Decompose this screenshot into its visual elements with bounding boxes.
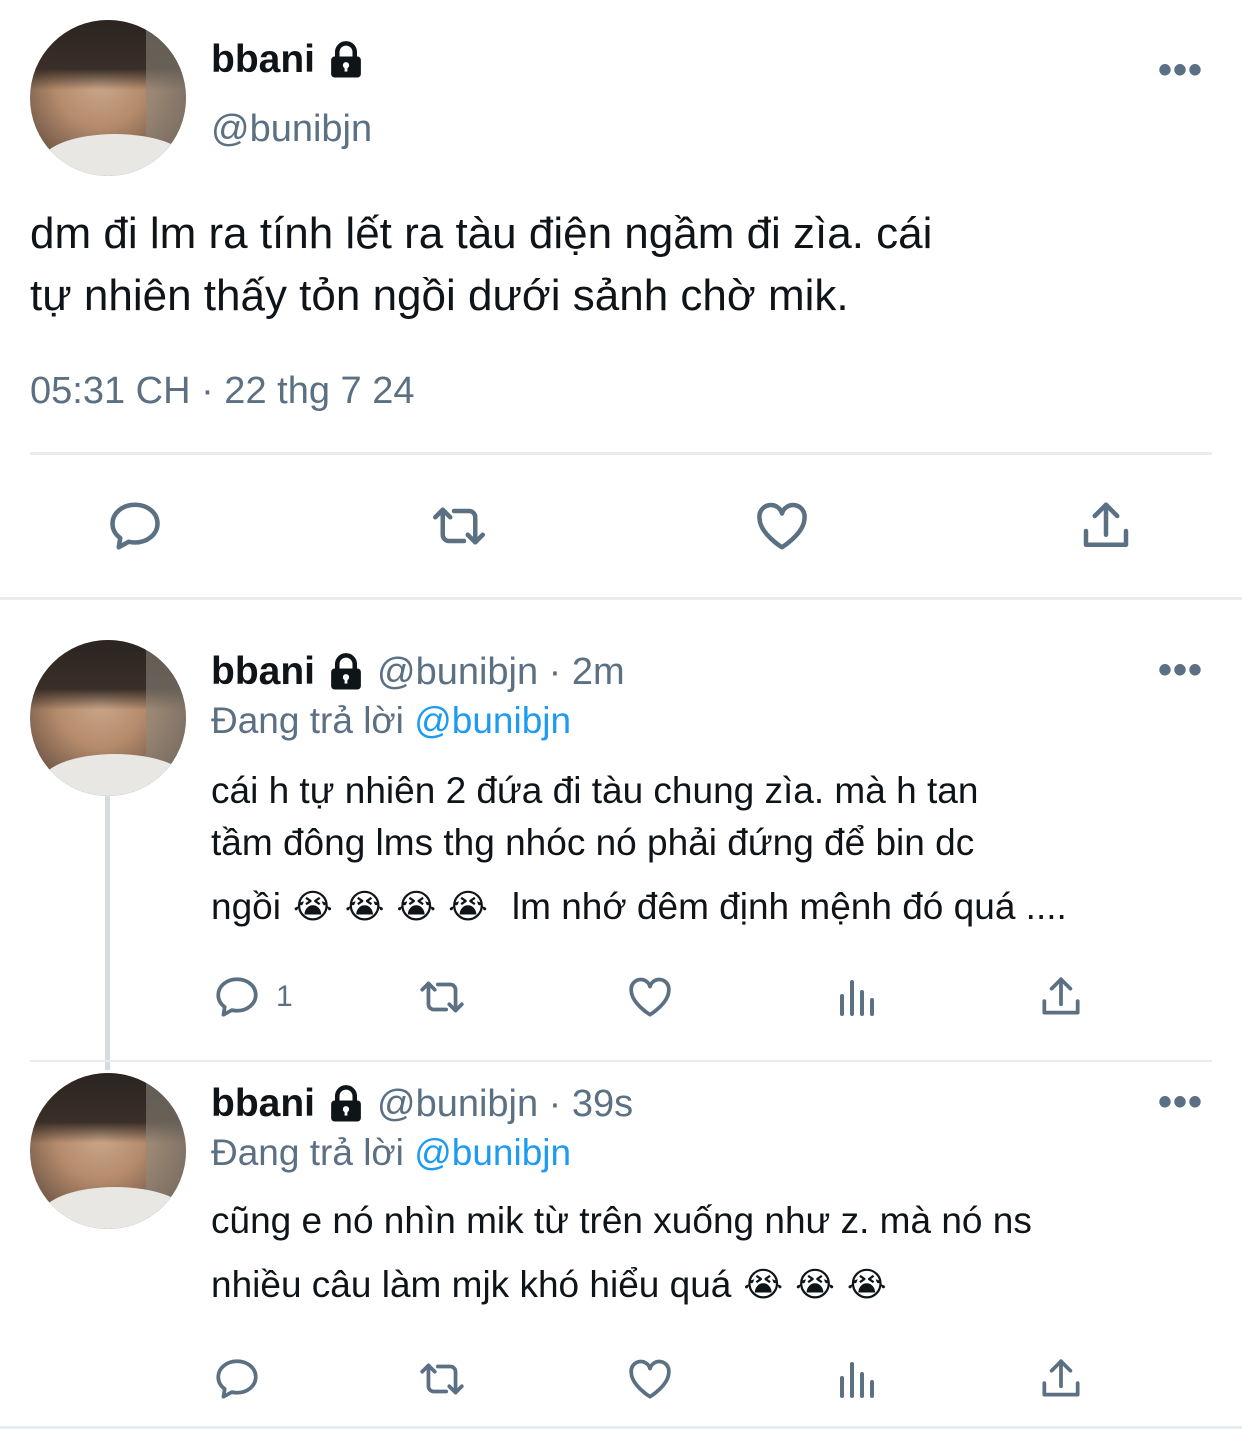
display-name[interactable]: bbani bbox=[211, 38, 315, 82]
tweet-text-line: tự nhiên thấy tỏn ngồi dưới sảnh chờ mik… bbox=[30, 271, 849, 320]
reply-text-segment: ngồi bbox=[211, 886, 281, 927]
reply-action[interactable]: 1 bbox=[212, 972, 293, 1022]
handle-time[interactable]: @bunibjn · 39s bbox=[377, 1083, 633, 1126]
reply-text-line: cũng e nó nhìn mik từ trên xuống như z. … bbox=[211, 1200, 1032, 1241]
timestamp[interactable]: 05:31 CH · 22 thg 7 24 bbox=[30, 370, 414, 413]
analytics-icon[interactable] bbox=[832, 1356, 880, 1404]
analytics-icon[interactable] bbox=[832, 974, 880, 1022]
reply-icon[interactable] bbox=[105, 496, 165, 556]
more-icon[interactable]: ••• bbox=[1158, 648, 1203, 693]
author-row: bbani @bunibjn · 2m bbox=[211, 650, 625, 694]
mention-link[interactable]: @bunibjn bbox=[414, 1132, 571, 1173]
display-name[interactable]: bbani bbox=[211, 1082, 315, 1126]
lock-icon bbox=[325, 1083, 367, 1125]
section-divider bbox=[0, 597, 1242, 600]
retweet-icon[interactable] bbox=[415, 1354, 469, 1404]
crying-emoji: 😭 bbox=[396, 888, 437, 926]
reply-count: 1 bbox=[276, 980, 293, 1013]
share-icon[interactable] bbox=[1036, 1354, 1086, 1404]
lock-icon bbox=[325, 651, 367, 693]
like-icon[interactable] bbox=[625, 1354, 675, 1404]
crying-emoji: 😭 bbox=[795, 1266, 835, 1304]
more-icon[interactable]: ••• bbox=[1158, 1080, 1203, 1125]
divider bbox=[30, 1060, 1212, 1062]
reply-icon[interactable] bbox=[212, 1354, 262, 1404]
reply-text: cũng e nó nhìn mik từ trên xuống như z. … bbox=[211, 1193, 1221, 1315]
reply-text-line: cái h tự nhiên 2 đứa đi tàu chung zìa. m… bbox=[211, 770, 979, 811]
tweet-text-line: dm đi lm ra tính lết ra tàu điện ngầm đi… bbox=[30, 209, 933, 258]
divider bbox=[30, 452, 1212, 455]
replying-prefix: Đang trả lời bbox=[211, 700, 404, 741]
replying-to: Đang trả lời @bunibjn bbox=[211, 700, 571, 742]
reply-text-line: ngồi 😭 😭 😭 😭 lm nhớ đêm định mệnh đó quá… bbox=[211, 877, 1221, 937]
tweet-text: dm đi lm ra tính lết ra tàu điện ngầm đi… bbox=[30, 203, 1220, 327]
reply-text-line: tầm đông lms thg nhóc nó phải đứng để bi… bbox=[211, 822, 975, 863]
author-row: bbani @bunibjn · 39s bbox=[211, 1082, 633, 1126]
like-icon[interactable] bbox=[752, 496, 812, 556]
crying-emoji: 😭 bbox=[743, 1266, 784, 1304]
reply-text-line: nhiều câu làm mjk khó hiểu quá 😭 😭 😭 bbox=[211, 1255, 1221, 1315]
retweet-icon[interactable] bbox=[415, 972, 469, 1022]
crying-emoji: 😭 bbox=[344, 888, 385, 926]
avatar[interactable] bbox=[30, 640, 186, 796]
like-icon[interactable] bbox=[625, 972, 675, 1022]
reply-text: cái h tự nhiên 2 đứa đi tàu chung zìa. m… bbox=[211, 763, 1221, 937]
crying-emoji: 😭 bbox=[292, 888, 333, 926]
mention-link[interactable]: @bunibjn bbox=[414, 700, 571, 741]
reply-text-segment: nhiều câu làm mjk khó hiểu quá bbox=[211, 1264, 732, 1305]
replying-prefix: Đang trả lời bbox=[211, 1132, 404, 1173]
handle-time[interactable]: @bunibjn · 2m bbox=[377, 651, 625, 694]
display-name[interactable]: bbani bbox=[211, 650, 315, 694]
share-icon[interactable] bbox=[1036, 972, 1086, 1022]
avatar[interactable] bbox=[30, 1073, 186, 1229]
author-row: bbani bbox=[211, 38, 367, 82]
lock-icon bbox=[325, 39, 367, 81]
more-icon[interactable]: ••• bbox=[1158, 48, 1203, 93]
reply-icon[interactable] bbox=[212, 972, 262, 1022]
handle[interactable]: @bunibjn bbox=[211, 108, 372, 151]
reply-text-segment: lm nhớ đêm định mệnh đó quá .... bbox=[511, 886, 1067, 927]
crying-emoji: 😭 bbox=[448, 888, 488, 926]
retweet-icon[interactable] bbox=[428, 496, 490, 556]
replying-to: Đang trả lời @bunibjn bbox=[211, 1132, 571, 1174]
thread-line bbox=[105, 790, 110, 1070]
crying-emoji: 😭 bbox=[846, 1266, 887, 1304]
share-icon[interactable] bbox=[1076, 496, 1136, 556]
avatar[interactable] bbox=[30, 20, 186, 176]
